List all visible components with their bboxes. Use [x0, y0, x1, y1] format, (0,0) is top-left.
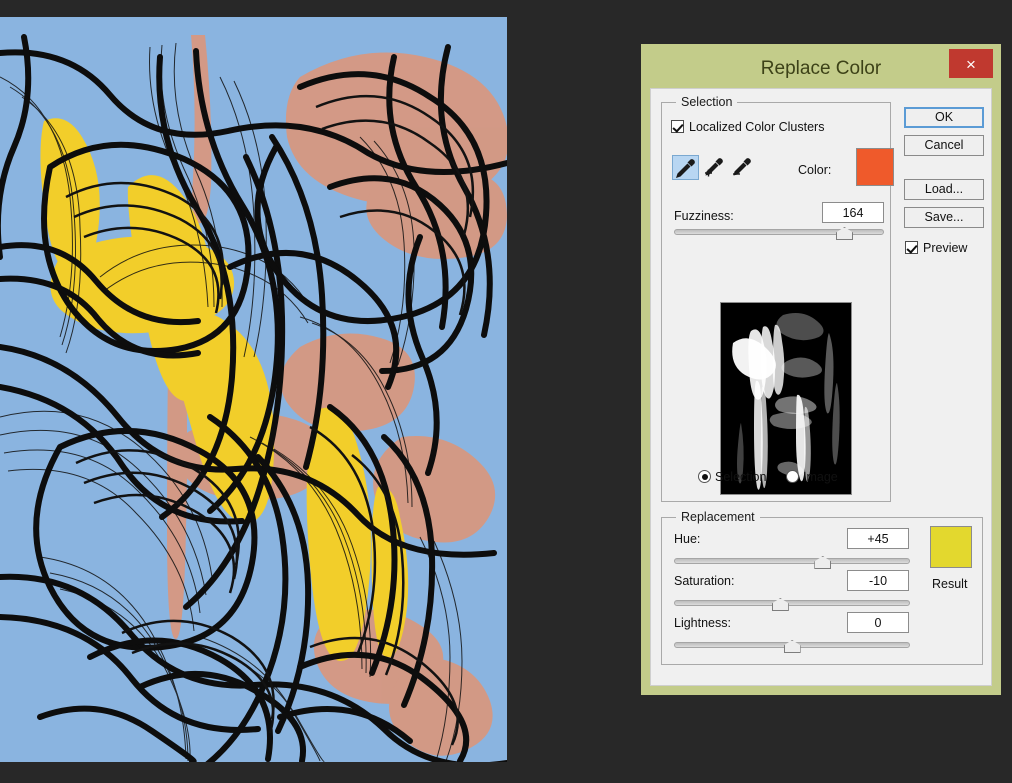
replace-color-dialog: Replace Color × Selection Localized Colo…	[641, 44, 1001, 695]
replacement-group: Replacement Hue: +45 Saturation: -10 Lig…	[661, 510, 983, 665]
load-button[interactable]: Load...	[904, 179, 984, 200]
selection-mask-image	[721, 303, 851, 494]
view-mode-selection-label: Selection	[715, 470, 767, 484]
hue-slider-thumb[interactable]	[814, 556, 832, 569]
replacement-group-legend: Replacement	[676, 510, 760, 524]
dialog-body: Selection Localized Color Clusters Color…	[650, 88, 992, 686]
hue-label: Hue:	[674, 532, 701, 546]
eyedropper-minus-icon[interactable]	[728, 155, 755, 180]
lightness-slider-track[interactable]	[674, 640, 910, 653]
artwork-canvas[interactable]	[0, 17, 507, 762]
lightness-slider-thumb[interactable]	[783, 640, 801, 653]
selection-group: Selection Localized Color Clusters Color…	[661, 95, 894, 502]
hue-value[interactable]: +45	[847, 528, 909, 549]
save-button[interactable]: Save...	[904, 207, 984, 228]
preview-checkbox[interactable]: Preview	[905, 239, 967, 257]
fuzziness-slider-thumb[interactable]	[836, 227, 853, 240]
artwork-image	[0, 17, 507, 762]
cancel-button[interactable]: Cancel	[904, 135, 984, 156]
localized-color-clusters-label: Localized Color Clusters	[689, 120, 825, 134]
view-mode-image-label: Image	[803, 470, 838, 484]
fuzziness-value[interactable]: 164	[822, 202, 884, 223]
ok-button[interactable]: OK	[904, 107, 984, 128]
saturation-slider-track[interactable]	[674, 598, 910, 611]
eyedropper-plus-icon[interactable]	[700, 155, 727, 180]
color-swatch[interactable]	[856, 148, 894, 186]
checkbox-box	[671, 120, 684, 133]
eyedropper-plus-glyph	[705, 158, 723, 177]
fuzziness-slider-track[interactable]	[674, 227, 884, 240]
eyedropper-minus-glyph	[733, 158, 751, 176]
saturation-label: Saturation:	[674, 574, 735, 588]
saturation-slider-thumb[interactable]	[771, 598, 789, 611]
hue-slider-track[interactable]	[674, 556, 910, 569]
preview-checkbox-box	[905, 241, 918, 254]
color-label: Color:	[798, 163, 832, 177]
lightness-value[interactable]: 0	[847, 612, 909, 633]
result-swatch[interactable]	[930, 526, 972, 568]
close-icon[interactable]: ×	[949, 49, 993, 78]
eyedropper-icon[interactable]	[672, 155, 699, 180]
radio-dot-image	[786, 470, 799, 483]
saturation-value[interactable]: -10	[847, 570, 909, 591]
dialog-title: Replace Color	[760, 58, 882, 79]
selection-preview-thumbnail[interactable]	[720, 302, 852, 495]
eyedropper-glyph	[676, 159, 695, 178]
preview-label: Preview	[923, 241, 968, 255]
view-mode-image-radio[interactable]: Image	[786, 468, 838, 486]
lightness-label: Lightness:	[674, 616, 731, 630]
fuzziness-label: Fuzziness:	[674, 209, 734, 223]
selection-group-legend: Selection	[676, 95, 738, 109]
result-label: Result	[932, 577, 968, 591]
localized-color-clusters-checkbox[interactable]: Localized Color Clusters	[671, 118, 824, 136]
radio-dot-selection	[698, 470, 711, 483]
view-mode-selection-radio[interactable]: Selection	[698, 468, 766, 486]
